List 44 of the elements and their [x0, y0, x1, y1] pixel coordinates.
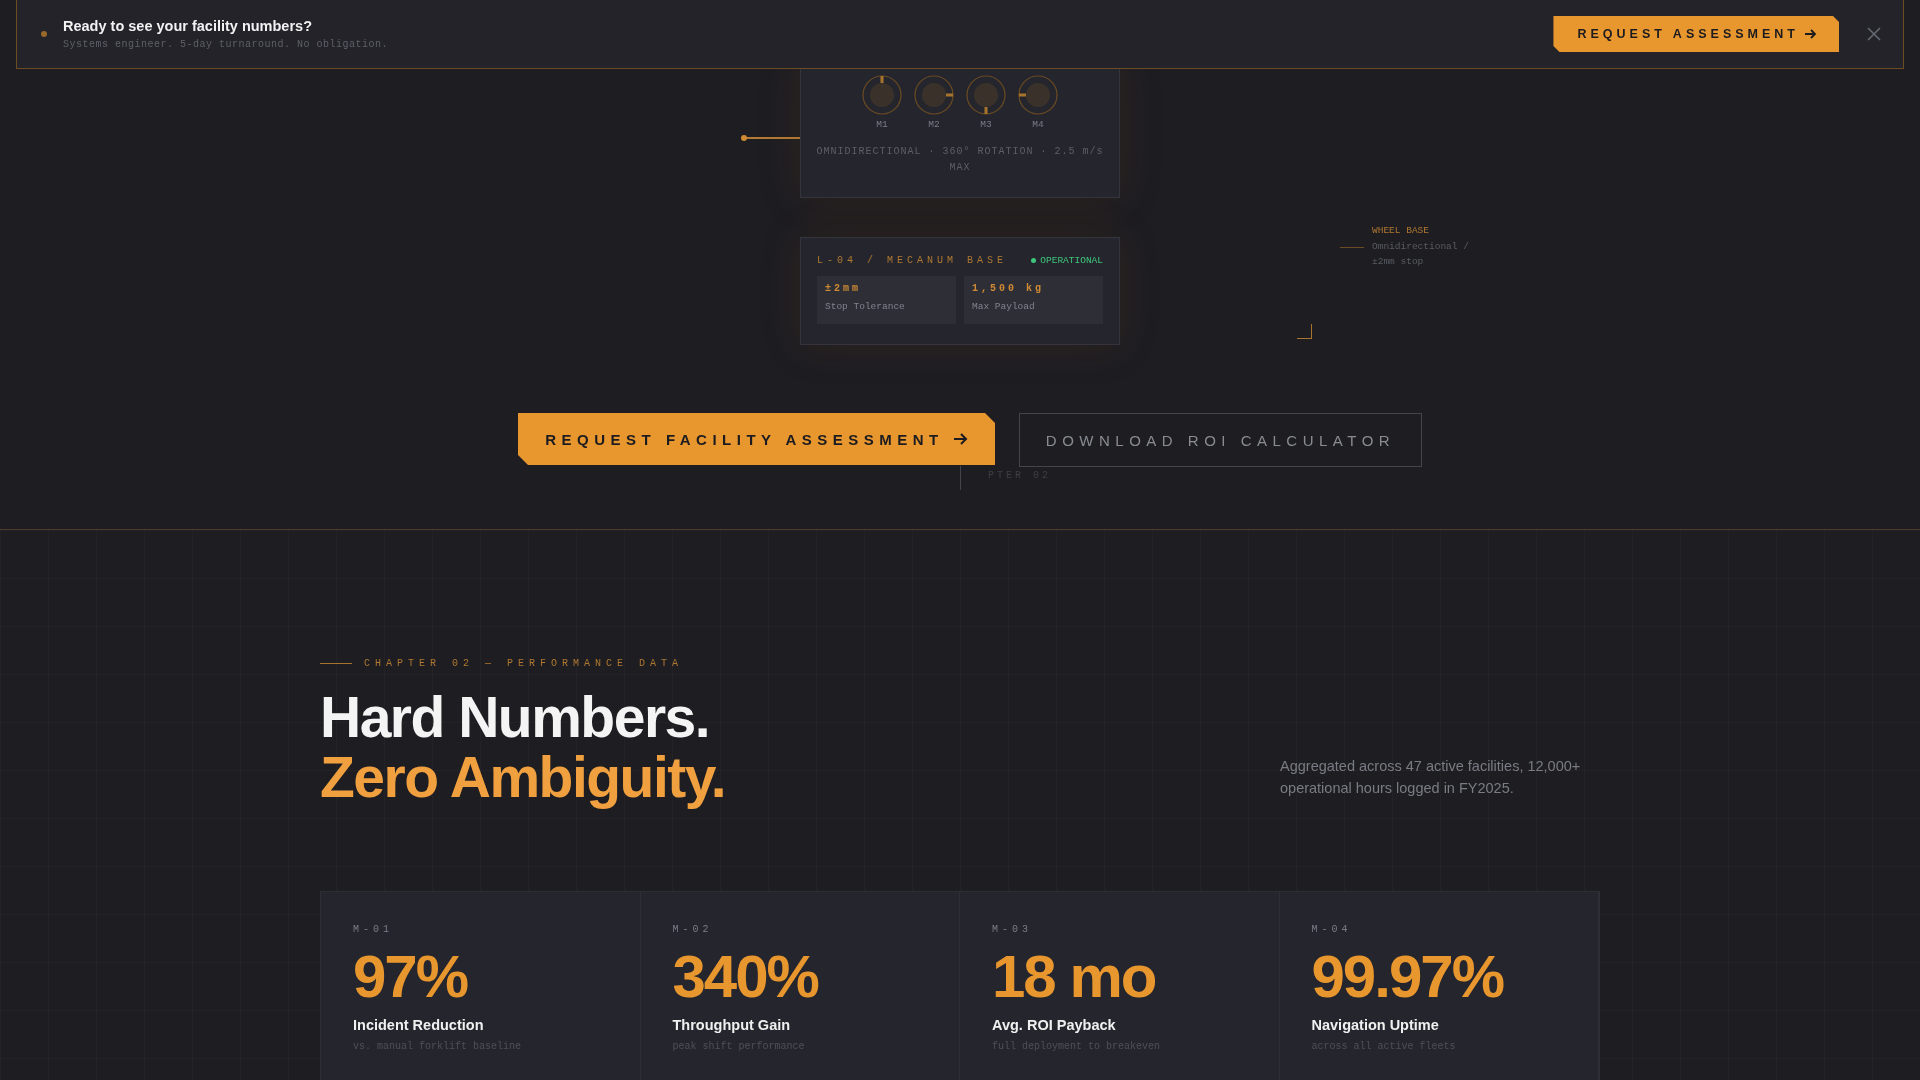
- spec-value: ±2mm: [825, 283, 862, 294]
- corner-mark: [1297, 324, 1312, 339]
- section-heading: Zero Ambiguity.: [320, 747, 725, 807]
- motor-label: M2: [928, 119, 940, 130]
- banner-subtitle: Systems engineer. 5-day turnaround. No obligation.: [63, 39, 390, 50]
- metric-title: Avg. ROI Payback: [992, 1017, 1117, 1033]
- metric-title: Navigation Uptime: [1311, 1017, 1440, 1033]
- arrow-icon: [953, 433, 968, 445]
- wheel-icon: [966, 75, 1006, 115]
- request-assessment-button[interactable]: REQUEST ASSESSMENT: [1553, 16, 1839, 52]
- section-summary: Aggregated across 47 active facilities, 12,000+ operational hours logged in FY2025.: [1280, 757, 1582, 798]
- close-icon[interactable]: [1867, 27, 1881, 41]
- metric-code: M-04: [1311, 924, 1353, 935]
- spec-value: 1,500 kg: [972, 283, 1045, 294]
- status-label: OPERATIONAL: [1031, 255, 1103, 266]
- dot-icon: [41, 31, 47, 37]
- wheel-icon: [914, 75, 954, 115]
- leader-line: [1340, 246, 1364, 248]
- connector-line: [743, 137, 800, 139]
- wheel-icon: [862, 75, 902, 115]
- metric-value: 99.97%: [1311, 945, 1505, 1009]
- arrow-icon: [1805, 29, 1817, 39]
- wheel-icon: [1018, 75, 1058, 115]
- annotation-text: Omnidirectional / ±2mm stop: [1372, 240, 1470, 269]
- metric-value: 18 mo: [992, 945, 1157, 1009]
- request-facility-assessment-button[interactable]: REQUEST FACILITY ASSESSMENT: [518, 413, 995, 465]
- chapter-eyebrow: CHAPTER 02 — PERFORMANCE DATA: [364, 658, 684, 669]
- metric-code: M-01: [353, 924, 394, 935]
- metric-code: M-02: [672, 924, 714, 935]
- metric-title: Throughput Gain: [672, 1017, 792, 1033]
- motor-label: M1: [876, 119, 888, 130]
- motor-label: M3: [980, 119, 992, 130]
- metric-value: 97%: [353, 945, 469, 1009]
- banner-title: Ready to see your facility numbers?: [63, 18, 313, 34]
- download-roi-calculator-button[interactable]: DOWNLOAD ROI CALCULATOR: [1019, 413, 1422, 467]
- metric-title: Incident Reduction: [353, 1017, 485, 1033]
- metric-code: M-03: [992, 924, 1033, 935]
- metric-value: 340%: [672, 945, 820, 1009]
- spec-label: Max Payload: [972, 301, 1036, 312]
- section-heading: Hard Numbers.: [320, 687, 711, 747]
- module-title: L-04 / MECANUM BASE: [817, 255, 1008, 266]
- annotation-title: WHEEL BASE: [1372, 225, 1430, 236]
- motor-label: M4: [1032, 119, 1044, 130]
- spec-label: Stop Tolerance: [825, 301, 906, 312]
